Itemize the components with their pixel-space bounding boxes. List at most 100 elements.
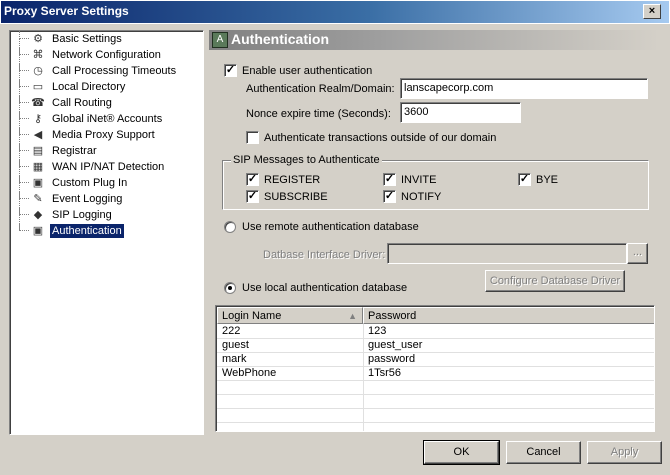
- tree-item-label: Event Logging: [52, 193, 123, 205]
- cancel-button[interactable]: Cancel: [506, 441, 581, 464]
- panel-title: Authentication: [231, 31, 329, 47]
- tree-item-4[interactable]: ☎ Call Routing: [10, 95, 200, 111]
- configure-db-button[interactable]: Configure Database Driver: [485, 270, 625, 292]
- column-header-login-label: Login Name: [222, 310, 282, 322]
- tree-item-label: Custom Plug In: [52, 177, 128, 189]
- table-row[interactable]: mark password: [217, 353, 654, 367]
- gear-icon: ⚙: [33, 33, 43, 45]
- tree-item-label: Local Directory: [52, 81, 126, 93]
- credentials-table[interactable]: Login Name ▲ Password 222 123 guest guest_u…: [215, 305, 655, 432]
- table-row[interactable]: 222 123: [217, 325, 654, 339]
- tree-item-label: Network Configuration: [52, 49, 161, 61]
- subscribe-checkbox[interactable]: ✓: [246, 190, 259, 203]
- tree-item-9[interactable]: ▣ Custom Plug In: [10, 175, 200, 191]
- column-header-login[interactable]: Login Name ▲: [217, 307, 363, 324]
- tree-item-label: Media Proxy Support: [52, 129, 155, 141]
- close-button[interactable]: ×: [643, 4, 661, 19]
- tree-item-2[interactable]: ◷ Call Processing Timeouts: [10, 63, 200, 79]
- login-cell: mark: [222, 353, 247, 365]
- column-header-password[interactable]: Password: [363, 307, 654, 324]
- ok-button[interactable]: OK: [423, 440, 500, 465]
- tree-item-label: Basic Settings: [52, 33, 122, 45]
- outside-domain-label: Authenticate transactions outside of our…: [264, 132, 497, 144]
- table-row[interactable]: [217, 395, 654, 409]
- book-icon: ◆: [33, 209, 43, 221]
- tree-item-0[interactable]: ⚙ Basic Settings: [10, 31, 200, 47]
- table-row[interactable]: [217, 381, 654, 395]
- auth-icon: A: [212, 32, 228, 48]
- window-title: Proxy Server Settings: [4, 4, 129, 18]
- table-row[interactable]: WebPhone 1Tsr56: [217, 367, 654, 381]
- notify-label: NOTIFY: [401, 191, 442, 203]
- tree-branch-line: [19, 175, 29, 183]
- enable-auth-label: Enable user authentication: [242, 65, 373, 77]
- password-cell: guest_user: [368, 339, 423, 351]
- network-icon: ⌘: [32, 49, 44, 61]
- invite-checkbox[interactable]: ✓: [383, 173, 396, 186]
- outside-domain-checkbox[interactable]: [246, 131, 259, 144]
- plugin-icon: ▣: [32, 177, 44, 189]
- realm-label: Authentication Realm/Domain:: [246, 83, 395, 95]
- driver-label: Datbase Interface Driver:: [263, 249, 386, 261]
- local-db-radio[interactable]: [224, 282, 236, 294]
- log-icon: ✎: [33, 193, 43, 205]
- key-icon: ⚷: [33, 113, 43, 125]
- tree-item-8[interactable]: ▦ WAN IP/NAT Detection: [10, 159, 200, 175]
- driver-input[interactable]: [387, 243, 627, 264]
- tree-branch-line: [19, 47, 29, 55]
- tree-branch-line: [19, 111, 29, 119]
- tree-item-label: SIP Logging: [52, 209, 112, 221]
- tree-item-label: Call Routing: [52, 97, 112, 109]
- wan-icon: ▦: [32, 161, 44, 173]
- tree-item-label: Call Processing Timeouts: [52, 65, 177, 77]
- bye-checkbox[interactable]: ✓: [518, 173, 531, 186]
- tree-item-12[interactable]: ▣ Authentication: [10, 223, 200, 239]
- realm-input[interactable]: lanscapecorp.com: [400, 78, 648, 99]
- remote-db-radio[interactable]: [224, 221, 236, 233]
- password-cell: password: [368, 353, 416, 365]
- bye-label: BYE: [536, 174, 559, 186]
- tree-branch-line: [19, 143, 29, 151]
- browse-button[interactable]: ...: [627, 243, 648, 264]
- remote-db-label: Use remote authentication database: [242, 221, 419, 233]
- register-icon: ▤: [32, 145, 44, 157]
- sort-ascending-icon: ▲: [348, 311, 357, 321]
- subscribe-label: SUBSCRIBE: [264, 191, 328, 203]
- nonce-label: Nonce expire time (Seconds):: [246, 108, 391, 120]
- notify-checkbox[interactable]: ✓: [383, 190, 396, 203]
- password-cell: 123: [368, 325, 387, 337]
- tree-item-label: Global iNet® Accounts: [52, 113, 163, 125]
- tree-item-label: Registrar: [52, 145, 97, 157]
- tree-branch-line: [19, 79, 29, 87]
- tree-item-label: Authentication: [49, 223, 125, 239]
- tree-items: ⚙ Basic Settings ⌘ Network Configuration ◷ Ca…: [10, 31, 203, 251]
- apply-button[interactable]: Apply: [587, 441, 662, 464]
- tree-item-6[interactable]: ◀ Media Proxy Support: [10, 127, 200, 143]
- tree-branch-line: [19, 63, 29, 71]
- tree-item-3[interactable]: ▭ Local Directory: [10, 79, 200, 95]
- login-cell: WebPhone: [222, 367, 277, 379]
- folder-icon: ▭: [32, 81, 44, 93]
- tree-item-1[interactable]: ⌘ Network Configuration: [10, 47, 200, 63]
- tree-branch-line: [19, 31, 29, 39]
- enable-auth-checkbox[interactable]: ✓: [224, 64, 237, 77]
- table-row[interactable]: [217, 409, 654, 423]
- clock-icon: ◷: [33, 65, 43, 77]
- sip-messages-title: SIP Messages to Authenticate: [231, 153, 382, 167]
- local-db-label: Use local authentication database: [242, 282, 408, 294]
- register-checkbox[interactable]: ✓: [246, 173, 259, 186]
- tree-branch-line: [19, 159, 29, 167]
- phone-icon: ☎: [31, 97, 45, 109]
- nonce-input[interactable]: 3600: [400, 102, 521, 123]
- invite-label: INVITE: [401, 174, 437, 186]
- tree-branch-line: [19, 95, 29, 103]
- tree-item-11[interactable]: ◆ SIP Logging: [10, 207, 200, 223]
- table-row[interactable]: guest guest_user: [217, 339, 654, 353]
- tree-item-label: WAN IP/NAT Detection: [52, 161, 165, 173]
- tree-item-7[interactable]: ▤ Registrar: [10, 143, 200, 159]
- tree-item-10[interactable]: ✎ Event Logging: [10, 191, 200, 207]
- tree-branch-line: [19, 127, 29, 135]
- tree-item-5[interactable]: ⚷ Global iNet® Accounts: [10, 111, 200, 127]
- tree-branch-line: [19, 207, 29, 215]
- tree-branch-line: [19, 223, 29, 231]
